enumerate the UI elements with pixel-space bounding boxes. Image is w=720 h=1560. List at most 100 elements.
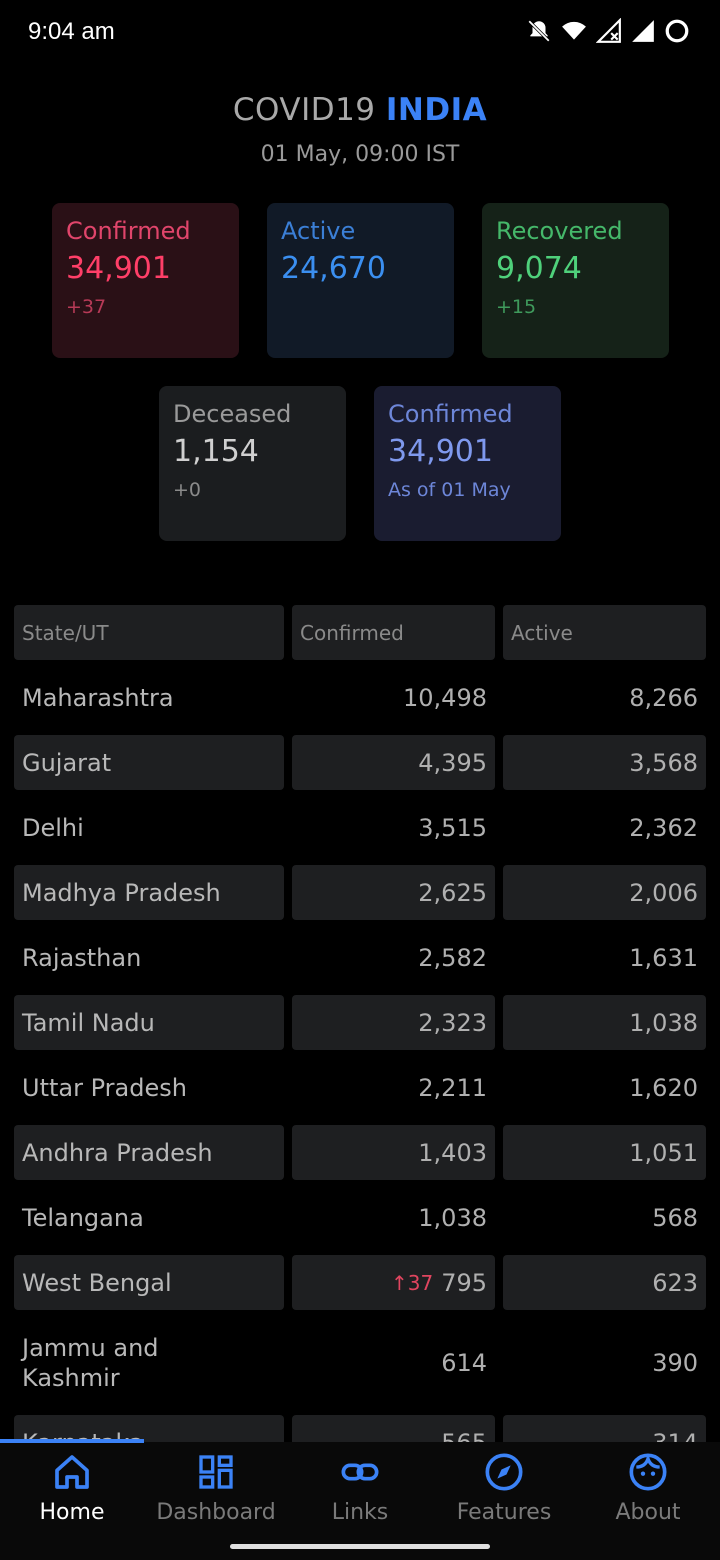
state-name: Jammu and Kashmir: [22, 1333, 159, 1392]
table-row[interactable]: Andhra Pradesh 1,403 1,051: [14, 1125, 706, 1190]
bottom-navigation: Home Dashboard Links Features About: [0, 1439, 720, 1560]
active-count: 2,362: [629, 813, 698, 842]
table-row[interactable]: Delhi 3,515 2,362: [14, 800, 706, 865]
recovered-card[interactable]: Recovered 9,074 +15: [482, 203, 669, 358]
confirmed-cell: ↑37 795: [292, 1255, 495, 1310]
status-time: 9:04 am: [28, 18, 115, 45]
deceased-value: 1,154: [173, 434, 259, 469]
active-count: 1,038: [503, 995, 706, 1050]
table-row[interactable]: Tamil Nadu 2,323 1,038: [14, 995, 706, 1060]
state-name: Gujarat: [14, 735, 284, 790]
deceased-delta: +0: [173, 479, 202, 501]
face-icon: [629, 1453, 667, 1491]
recovered-delta: +15: [496, 296, 537, 318]
active-count: 1,051: [503, 1125, 706, 1180]
active-value: 24,670: [281, 251, 386, 286]
wifi-icon: [562, 21, 586, 40]
table-row[interactable]: Maharashtra 10,498 8,266: [14, 670, 706, 735]
compass-icon: [485, 1453, 523, 1491]
confirmed-count: 2,323: [292, 995, 495, 1050]
update-timestamp: 01 May, 09:00 IST: [260, 142, 460, 167]
active-count: 1,631: [629, 943, 698, 972]
header-state[interactable]: State/UT: [14, 605, 284, 660]
table-row[interactable]: Karnataka 565 314: [14, 1415, 706, 1442]
state-name: Delhi: [22, 813, 84, 842]
nav-about-label: About: [615, 1500, 681, 1525]
active-label: Active: [281, 217, 356, 245]
total-confirmed-label: Confirmed: [388, 400, 513, 428]
gesture-handle[interactable]: [230, 1544, 490, 1549]
status-bar: 9:04 am: [0, 0, 720, 64]
confirmed-delta-up: ↑37: [390, 1270, 434, 1295]
total-confirmed-value: 34,901: [388, 434, 493, 469]
confirmed-label: Confirmed: [66, 217, 191, 245]
confirmed-count: 795: [441, 1268, 487, 1297]
confirmed-count: 565: [292, 1415, 495, 1442]
table-row[interactable]: Telangana 1,038 568: [14, 1190, 706, 1255]
confirmed-count: 1,403: [292, 1125, 495, 1180]
active-card[interactable]: Active 24,670: [267, 203, 454, 358]
signal-icon: [596, 18, 621, 43]
total-confirmed-note: As of 01 May: [388, 479, 511, 501]
state-name: Uttar Pradesh: [22, 1073, 187, 1102]
active-count: 1,620: [629, 1073, 698, 1102]
confirmed-count: 2,582: [418, 943, 487, 972]
confirmed-delta: +37: [66, 296, 107, 318]
signal-icon: [632, 20, 654, 42]
header-confirmed[interactable]: Confirmed: [292, 605, 495, 660]
state-name: Madhya Pradesh: [14, 865, 284, 920]
state-name: Karnataka: [14, 1415, 284, 1442]
header-active[interactable]: Active: [503, 605, 706, 660]
state-name: Rajasthan: [22, 943, 142, 972]
state-name: Andhra Pradesh: [14, 1125, 284, 1180]
deceased-label: Deceased: [173, 400, 292, 428]
active-count: 623: [503, 1255, 706, 1310]
state-name: Telangana: [22, 1203, 144, 1232]
active-count: 314: [503, 1415, 706, 1442]
nav-features[interactable]: Features: [432, 1452, 576, 1542]
nav-dashboard[interactable]: Dashboard: [144, 1452, 288, 1542]
nav-links[interactable]: Links: [288, 1452, 432, 1542]
recovered-value: 9,074: [496, 251, 582, 286]
confirmed-count: 2,211: [418, 1073, 487, 1102]
status-icons: [526, 18, 690, 44]
confirmed-count: 1,038: [418, 1203, 487, 1232]
confirmed-count: 2,625: [292, 865, 495, 920]
total-confirmed-card[interactable]: Confirmed 34,901 As of 01 May: [374, 386, 561, 541]
table-row[interactable]: Gujarat 4,395 3,568: [14, 735, 706, 800]
app-title: COVID19 INDIA: [0, 92, 720, 128]
state-table[interactable]: State/UT Confirmed Active Maharashtra 10…: [14, 605, 706, 1442]
active-tab-indicator: [0, 1439, 144, 1443]
nav-home[interactable]: Home: [0, 1452, 144, 1542]
state-name: Maharashtra: [22, 683, 174, 712]
confirmed-value: 34,901: [66, 251, 171, 286]
active-count: 8,266: [629, 683, 698, 712]
header: COVID19 INDIA 01 May, 09:00 IST: [0, 92, 720, 167]
app-title-prefix: COVID19: [232, 92, 386, 128]
confirmed-count: 3,515: [418, 813, 487, 842]
active-count: 3,568: [503, 735, 706, 790]
table-row[interactable]: Uttar Pradesh 2,211 1,620: [14, 1060, 706, 1125]
active-count: 2,006: [503, 865, 706, 920]
app-title-highlight: INDIA: [385, 92, 488, 128]
confirmed-card[interactable]: Confirmed 34,901 +37: [52, 203, 239, 358]
notifications-off-icon: [528, 20, 550, 42]
battery-icon: [665, 19, 689, 43]
nav-dashboard-label: Dashboard: [156, 1500, 276, 1525]
dashboard-icon: [199, 1455, 233, 1489]
nav-about[interactable]: About: [576, 1452, 720, 1542]
active-count: 390: [652, 1348, 698, 1377]
table-header: State/UT Confirmed Active: [14, 605, 706, 670]
state-name: Tamil Nadu: [14, 995, 284, 1050]
confirmed-count: 4,395: [292, 735, 495, 790]
home-icon: [55, 1455, 89, 1489]
deceased-card[interactable]: Deceased 1,154 +0: [159, 386, 346, 541]
table-row[interactable]: Jammu and Kashmir 614 390: [14, 1320, 706, 1415]
table-row[interactable]: Rajasthan 2,582 1,631: [14, 930, 706, 995]
recovered-label: Recovered: [496, 217, 623, 245]
nav-features-label: Features: [456, 1500, 552, 1525]
table-row[interactable]: Madhya Pradesh 2,625 2,006: [14, 865, 706, 930]
confirmed-count: 10,498: [403, 683, 487, 712]
table-row[interactable]: West Bengal ↑37 795 623: [14, 1255, 706, 1320]
link-icon: [341, 1463, 379, 1481]
